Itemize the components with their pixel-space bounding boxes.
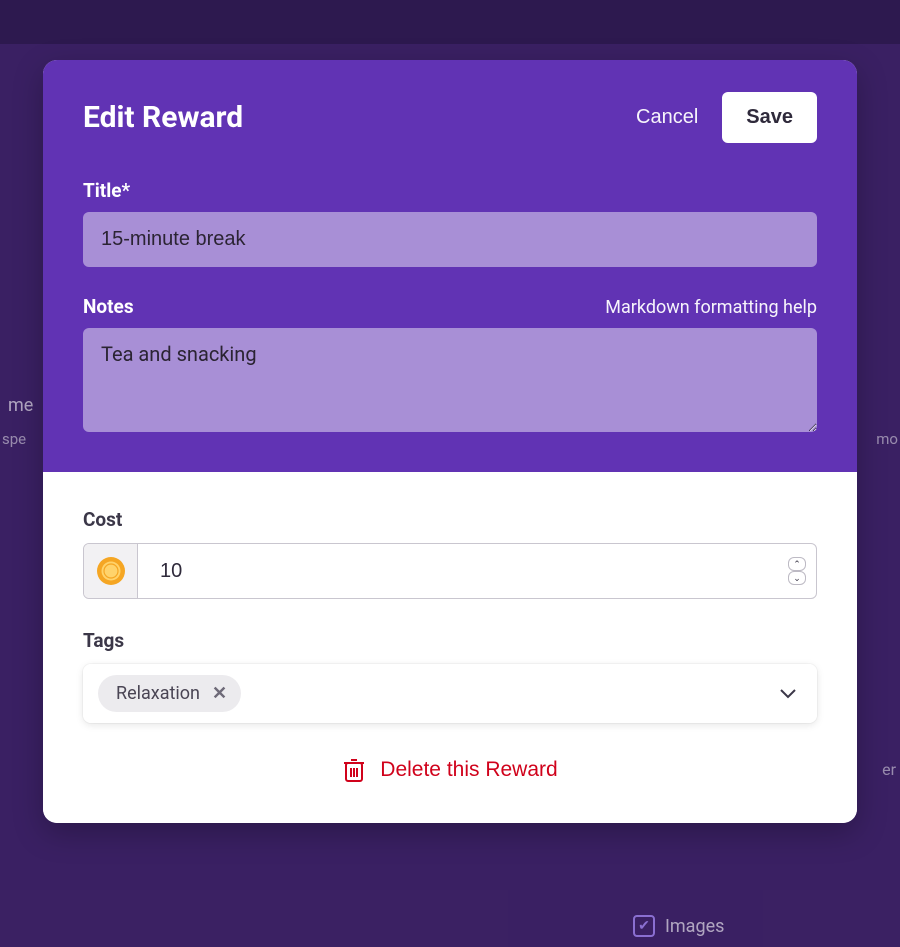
bg-checkbox-images[interactable]: ✔ Images bbox=[633, 915, 724, 937]
tag-remove-button[interactable]: ✕ bbox=[210, 683, 229, 704]
title-label: Title* bbox=[83, 179, 817, 202]
notes-textarea[interactable] bbox=[83, 328, 817, 432]
modal-lower-section: Cost ⌃ ⌄ bbox=[43, 472, 857, 823]
coin-icon bbox=[96, 556, 126, 586]
cancel-button[interactable]: Cancel bbox=[636, 106, 698, 129]
cost-step-down-button[interactable]: ⌄ bbox=[788, 571, 806, 585]
bg-hint-text: spe bbox=[2, 430, 26, 448]
tags-dropdown-toggle[interactable] bbox=[774, 678, 802, 709]
bg-hint-text: er bbox=[882, 760, 896, 779]
trash-icon bbox=[342, 757, 366, 783]
cost-label: Cost bbox=[83, 508, 817, 531]
notes-label-row: Notes Markdown formatting help bbox=[83, 295, 817, 318]
delete-row: Delete this Reward bbox=[83, 757, 817, 783]
edit-reward-modal: Edit Reward Cancel Save Title* Notes Mar… bbox=[43, 60, 857, 823]
tags-label: Tags bbox=[83, 629, 817, 652]
cost-input-row: ⌃ ⌄ bbox=[83, 543, 817, 599]
cost-field-block: Cost ⌃ ⌄ bbox=[83, 508, 817, 599]
modal-header-actions: Cancel Save bbox=[636, 92, 817, 143]
markdown-help-link[interactable]: Markdown formatting help bbox=[605, 297, 817, 318]
chevron-up-icon: ⌃ bbox=[793, 560, 801, 569]
title-input[interactable] bbox=[83, 212, 817, 267]
bg-hint-text: me bbox=[8, 395, 33, 416]
modal-header: Edit Reward Cancel Save bbox=[83, 92, 817, 143]
caret-down-icon bbox=[780, 689, 796, 699]
tag-chip: Relaxation ✕ bbox=[98, 675, 241, 712]
cost-stepper: ⌃ ⌄ bbox=[786, 544, 816, 598]
tags-field-block: Tags Relaxation ✕ bbox=[83, 629, 817, 723]
bg-hint-text: mo bbox=[876, 430, 898, 448]
tag-chip-label: Relaxation bbox=[116, 683, 200, 704]
cost-step-up-button[interactable]: ⌃ bbox=[788, 557, 806, 571]
save-button[interactable]: Save bbox=[722, 92, 817, 143]
chevron-down-icon: ⌄ bbox=[793, 574, 801, 583]
delete-reward-button[interactable]: Delete this Reward bbox=[380, 758, 557, 782]
coin-prefix-box bbox=[84, 544, 138, 598]
tags-select[interactable]: Relaxation ✕ bbox=[83, 664, 817, 723]
notes-field-block: Notes Markdown formatting help bbox=[83, 295, 817, 436]
title-field-block: Title* bbox=[83, 179, 817, 267]
tags-chip-list: Relaxation ✕ bbox=[98, 675, 241, 712]
modal-title: Edit Reward bbox=[83, 100, 243, 135]
cost-input[interactable] bbox=[138, 544, 786, 598]
modal-upper-section: Edit Reward Cancel Save Title* Notes Mar… bbox=[43, 60, 857, 472]
checkbox-checked-icon: ✔ bbox=[633, 915, 655, 937]
notes-label: Notes bbox=[83, 295, 134, 318]
bg-checkbox-label: Images bbox=[665, 916, 724, 937]
close-icon: ✕ bbox=[212, 683, 227, 703]
